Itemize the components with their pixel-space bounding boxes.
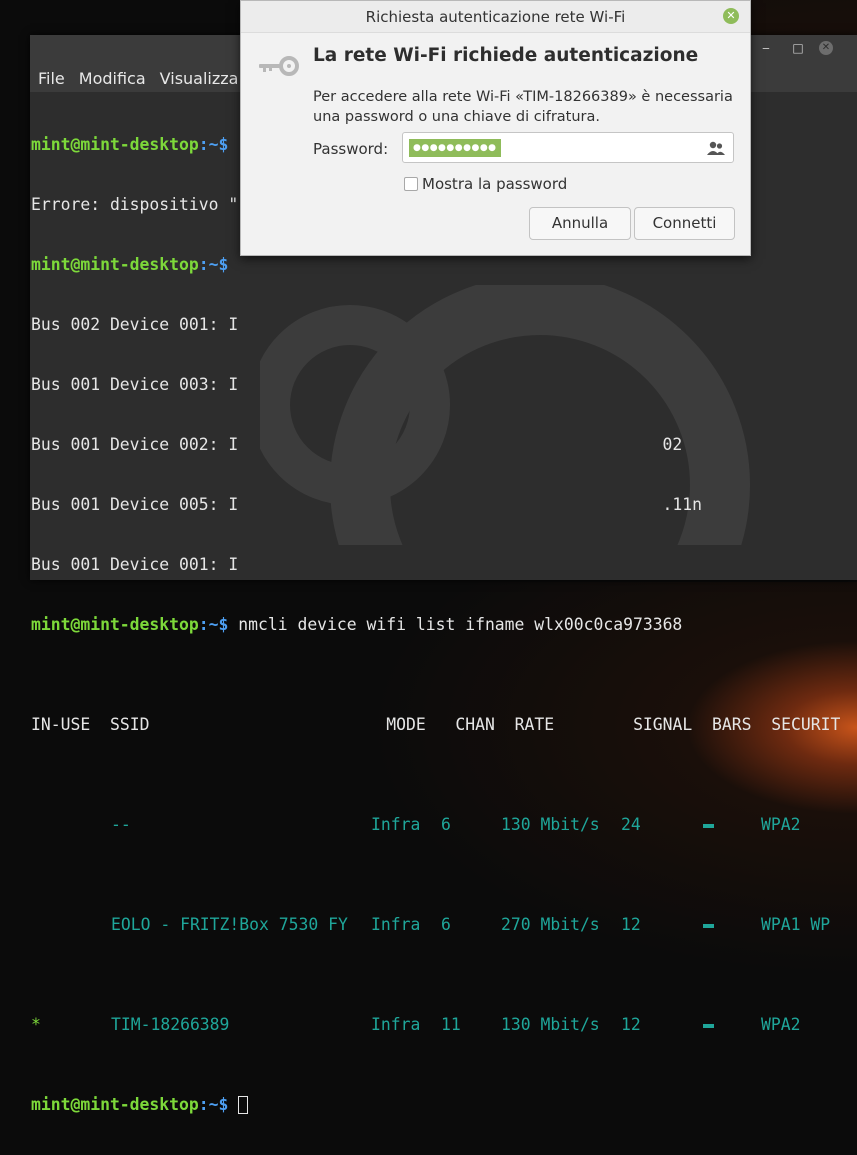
show-password-checkbox[interactable]: Mostra la password — [404, 175, 567, 193]
mode-cell: Infra — [371, 1015, 421, 1034]
password-value: ●●●●●●●●●● — [409, 139, 501, 157]
terminal-line: mint@mint-desktop:~$ — [31, 1095, 857, 1115]
rate-cell: 130 Mbit/s — [501, 815, 600, 834]
ssid-cell: TIM-18266389 — [111, 1015, 230, 1034]
prompt-user: mint@mint-desktop — [31, 615, 199, 634]
terminal-line: mint@mint-desktop:~$ nmcli device wifi l… — [31, 615, 857, 635]
chan-cell: 6 — [441, 815, 451, 834]
cancel-button[interactable]: Annulla — [529, 207, 631, 240]
rate-cell: 270 Mbit/s — [501, 915, 600, 934]
terminal-line: Bus 001 Device 005: I .11n — [31, 495, 703, 514]
password-label: Password: — [313, 140, 389, 158]
signal-bars-icon — [701, 815, 761, 835]
terminal-cursor — [238, 1096, 249, 1114]
dialog-title: Richiesta autenticazione rete Wi-Fi — [365, 8, 626, 26]
chan-cell: 11 — [441, 1015, 461, 1034]
security-cell: WPA1 WP — [761, 915, 831, 934]
signal-cell: 12 — [621, 915, 641, 934]
security-cell: WPA2 — [761, 1015, 801, 1034]
prompt-path: :~$ — [198, 135, 229, 154]
wifi-table-row: * TIM-18266389 Infra 11 130 Mbit/s 12 WPA2 — [31, 1015, 857, 1035]
col-bars: BARS — [712, 715, 752, 734]
mode-cell: Infra — [371, 815, 421, 834]
rate-cell: 130 Mbit/s — [501, 1015, 600, 1034]
terminal-line: mint@mint-desktop:~$ — [31, 255, 857, 275]
menu-file[interactable]: File — [38, 69, 65, 88]
chan-cell: 6 — [441, 915, 451, 934]
prompt-path: :~$ — [198, 615, 229, 634]
maximize-icon[interactable]: □ — [791, 41, 805, 55]
ssid-cell: -- — [111, 815, 131, 834]
wifi-auth-dialog: Richiesta autenticazione rete Wi-Fi ✕ La… — [240, 0, 751, 256]
signal-bars-icon — [701, 915, 761, 935]
col-ssid: SSID — [109, 715, 150, 734]
prompt-user: mint@mint-desktop — [31, 255, 199, 274]
prompt-path: :~$ — [198, 1095, 229, 1114]
checkbox-box[interactable] — [404, 177, 418, 191]
close-icon[interactable]: ✕ — [819, 41, 833, 55]
col-rate: RATE — [514, 715, 555, 734]
wifi-table-row: -- Infra 6 130 Mbit/s 24 WPA2 — [31, 815, 857, 835]
users-icon[interactable] — [707, 140, 725, 156]
security-cell: WPA2 — [761, 815, 801, 834]
in-use-cell: * — [31, 1015, 41, 1034]
ssid-cell: EOLO - FRITZ!Box 7530 FY — [111, 915, 348, 934]
mode-cell: Infra — [371, 915, 421, 934]
col-chan: CHAN — [455, 715, 495, 734]
close-icon[interactable]: ✕ — [723, 8, 739, 24]
signal-cell: 12 — [621, 1015, 641, 1034]
connect-button[interactable]: Connetti — [634, 207, 735, 240]
terminal-line: Bus 001 Device 003: I — [31, 375, 239, 394]
menu-modifica[interactable]: Modifica — [79, 69, 146, 88]
wifi-table-row: EOLO - FRITZ!Box 7530 FY Infra 6 270 Mbit/s… — [31, 915, 857, 935]
prompt-user: mint@mint-desktop — [31, 1095, 199, 1114]
prompt-path: :~$ — [198, 255, 229, 274]
minimize-icon[interactable]: ‒ — [759, 41, 773, 55]
signal-bars-icon — [701, 1015, 761, 1035]
show-password-label: Mostra la password — [422, 175, 568, 193]
password-field[interactable]: ●●●●●●●●●● — [402, 132, 734, 163]
terminal-line: Bus 001 Device 002: I 02 — [31, 435, 683, 454]
terminal-line: Bus 001 Device 001: I — [31, 555, 239, 574]
dialog-heading: La rete Wi-Fi richiede autenticazione — [313, 45, 699, 66]
col-in-use: IN-USE — [31, 715, 91, 734]
col-mode: MODE — [386, 715, 426, 734]
col-security: SECURIT — [771, 715, 841, 734]
menu-visualizza[interactable]: Visualizza — [160, 69, 239, 88]
col-signal: SIGNAL — [633, 715, 693, 734]
signal-cell: 24 — [621, 815, 641, 834]
key-icon — [259, 56, 299, 76]
dialog-message: Per accedere alla rete Wi-Fi «TIM-182663… — [313, 89, 733, 125]
terminal-line: Bus 002 Device 001: I — [31, 315, 239, 334]
dialog-titlebar: Richiesta autenticazione rete Wi-Fi ✕ — [241, 1, 750, 33]
wifi-table-header: IN-USE SSID MODE CHAN RATE SIGNAL BARS S… — [31, 715, 857, 735]
command-text: nmcli device wifi list ifname wlx00c0ca9… — [228, 615, 683, 634]
prompt-user: mint@mint-desktop — [31, 135, 199, 154]
